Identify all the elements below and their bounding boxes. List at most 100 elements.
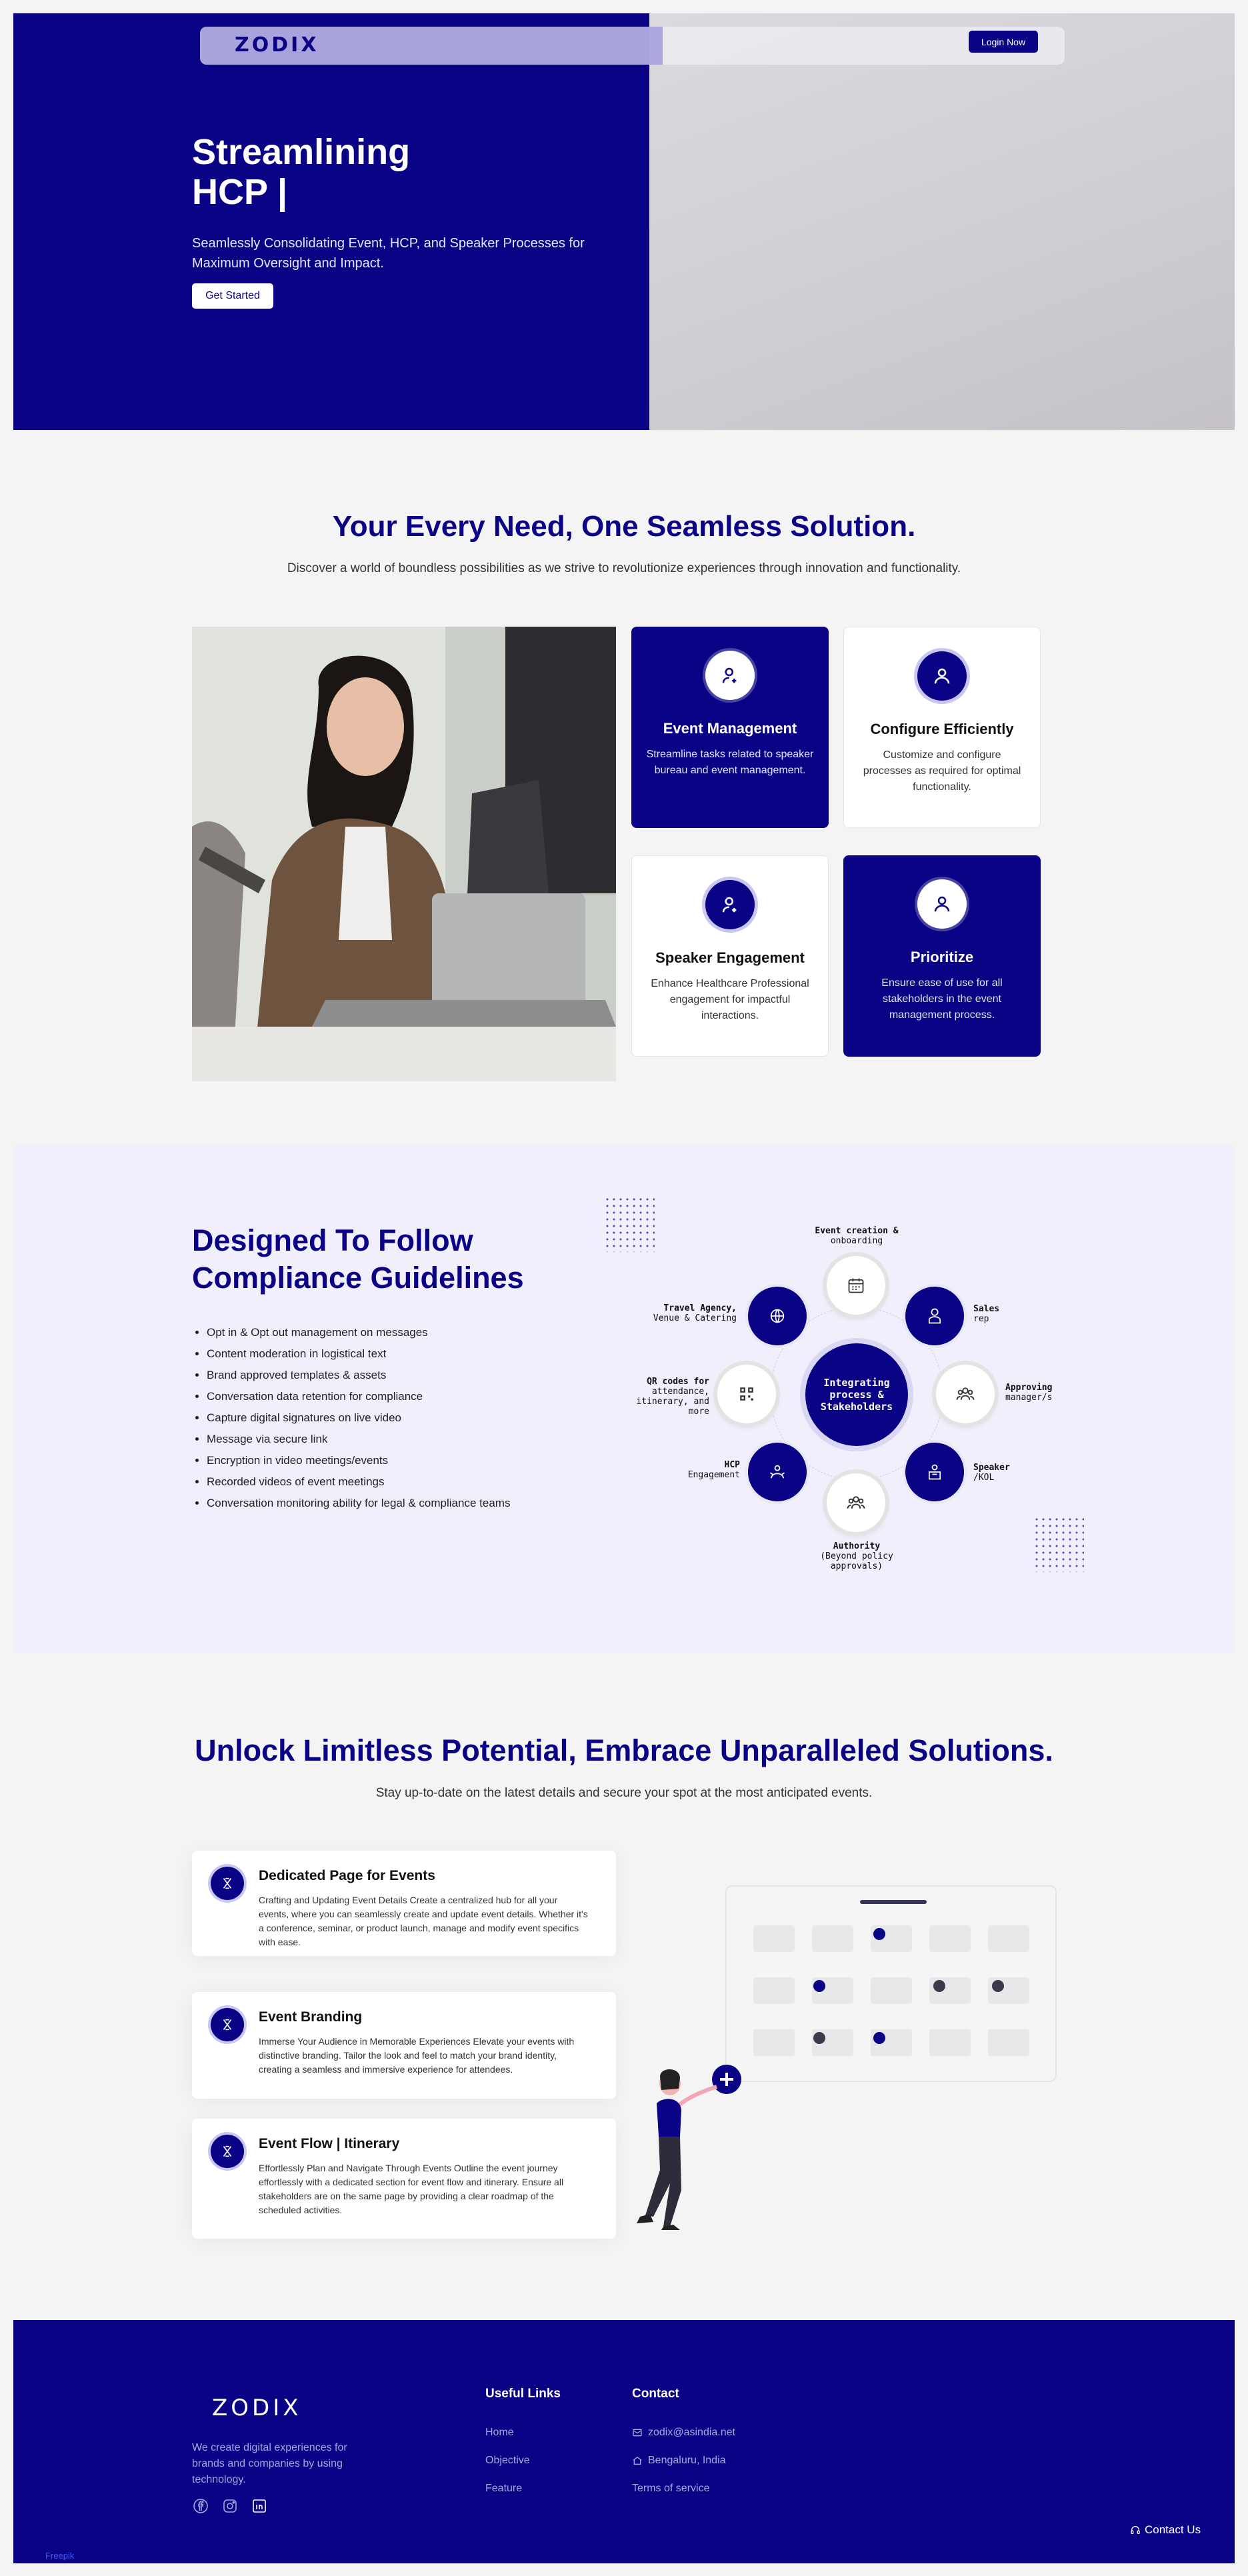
person-icon bbox=[928, 1308, 941, 1324]
contact-location: Bengaluru, India bbox=[632, 2455, 726, 2467]
qr-code-icon bbox=[740, 1387, 753, 1401]
feature-title: Event Branding bbox=[259, 2009, 363, 2025]
footer-link-objective[interactable]: Objective bbox=[485, 2455, 530, 2467]
event-creation-label: Event creation & onboarding bbox=[815, 1226, 899, 1246]
speaker-kol-node bbox=[905, 1443, 964, 1501]
travel-label: Travel Agency, Venue & Catering bbox=[653, 1303, 737, 1323]
list-item: Conversation data retention for complian… bbox=[207, 1386, 510, 1407]
card-event-management[interactable]: Event Management Streamline tasks relate… bbox=[631, 627, 829, 828]
card-configure-efficiently[interactable]: Configure Efficiently Customize and conf… bbox=[843, 627, 1041, 828]
headset-icon bbox=[1131, 2526, 1140, 2534]
feature-icon bbox=[211, 2135, 244, 2168]
list-item: Capture digital signatures on live video bbox=[207, 1407, 510, 1429]
list-item: Content moderation in logistical text bbox=[207, 1343, 510, 1365]
useful-links-title: Useful Links bbox=[485, 2387, 561, 2401]
feature-dedicated-page[interactable]: Dedicated Page for Events Crafting and U… bbox=[192, 1851, 616, 1956]
authority-label: Authority (Beyond policy approvals) bbox=[820, 1541, 893, 1571]
list-item: Recorded videos of event meetings bbox=[207, 1471, 510, 1493]
card-text: Ensure ease of use for all stakeholders … bbox=[881, 977, 1003, 1021]
footer-link-home[interactable]: Home bbox=[485, 2427, 514, 2439]
feature-text: Crafting and Updating Event Details Crea… bbox=[259, 1895, 588, 1947]
feature-title: Event Flow | Itinerary bbox=[259, 2136, 400, 2151]
card-title: Configure Efficiently bbox=[870, 721, 1014, 737]
person-adding-event-illustration bbox=[637, 2065, 741, 2230]
globe-plane-icon bbox=[770, 1309, 785, 1323]
user-icon bbox=[917, 651, 967, 701]
feature-event-flow[interactable]: Event Flow | Itinerary Effortlessly Plan… bbox=[192, 2119, 616, 2239]
login-button[interactable]: Login Now bbox=[969, 31, 1038, 53]
handshake-icon bbox=[770, 1465, 785, 1479]
footer-logo[interactable]: ZODIX bbox=[212, 2395, 302, 2421]
freepik-credit[interactable]: Freepik bbox=[45, 2551, 74, 2561]
list-item: Opt in & Opt out management on messages bbox=[207, 1322, 510, 1343]
user-icon bbox=[917, 879, 967, 929]
site-footer: ZODIX We create digital experiences for … bbox=[13, 2320, 1235, 2563]
contact-email[interactable]: zodix@asindia.net bbox=[632, 2427, 735, 2439]
sales-label: Sales rep bbox=[973, 1304, 1000, 1324]
list-item: Conversation monitoring ability for lega… bbox=[207, 1493, 510, 1514]
compliance-title: Designed To Follow Compliance Guidelines bbox=[192, 1223, 524, 1295]
feature-text: Immerse Your Audience in Memorable Exper… bbox=[259, 2036, 575, 2075]
user-icon bbox=[705, 880, 755, 929]
user-icon bbox=[705, 651, 755, 700]
card-title: Speaker Engagement bbox=[655, 949, 805, 966]
office-woman-photo bbox=[192, 627, 616, 1081]
potential-subtitle: Stay up-to-date on the latest details an… bbox=[375, 1786, 873, 1800]
contact-us-button[interactable]: Contact Us bbox=[1130, 2523, 1201, 2537]
card-text: Enhance Healthcare Professional engageme… bbox=[651, 978, 809, 1021]
facebook-icon[interactable] bbox=[192, 2497, 209, 2515]
compliance-list: Opt in & Opt out management on messages … bbox=[207, 1322, 510, 1514]
hero-subtitle: Seamlessly Consolidating Event, HCP, and… bbox=[192, 236, 585, 271]
linkedin-icon[interactable] bbox=[251, 2497, 268, 2515]
approving-manager-node bbox=[936, 1365, 995, 1423]
mail-icon bbox=[633, 2429, 642, 2437]
get-started-button[interactable]: Get Started bbox=[192, 283, 273, 309]
hcp-label: HCP Engagement bbox=[687, 1460, 740, 1480]
card-title: Prioritize bbox=[910, 949, 974, 965]
top-navbar: ZODIX Login Now bbox=[200, 27, 1065, 65]
solutions-title: Your Every Need, One Seamless Solution. bbox=[332, 510, 916, 543]
qr-codes-node bbox=[717, 1365, 776, 1423]
list-item: Encryption in video meetings/events bbox=[207, 1450, 510, 1471]
speaker-icon bbox=[928, 1464, 941, 1480]
instagram-icon[interactable] bbox=[221, 2497, 239, 2515]
hero-title: Streamlining HCP | bbox=[192, 132, 411, 212]
footer-description: We create digital experiences for brands… bbox=[192, 2442, 347, 2485]
group-icon bbox=[847, 1496, 865, 1509]
card-speaker-engagement[interactable]: Speaker Engagement Enhance Healthcare Pr… bbox=[631, 855, 829, 1057]
feature-text: Effortlessly Plan and Navigate Through E… bbox=[259, 2163, 564, 2215]
solutions-subtitle: Discover a world of boundless possibilit… bbox=[287, 561, 961, 575]
calendar-board-illustration bbox=[725, 1885, 1057, 2082]
approving-label: Approving manager/s bbox=[1005, 1383, 1053, 1403]
authority-node bbox=[827, 1473, 885, 1532]
hero-section: ZODIX Login Now Streamlining HCP | Seaml… bbox=[13, 13, 1235, 430]
hcp-engagement-node bbox=[748, 1443, 807, 1501]
contact-title: Contact bbox=[632, 2387, 679, 2401]
list-item: Brand approved templates & assets bbox=[207, 1365, 510, 1386]
qr-label: QR codes for attendance, itinerary, and m… bbox=[636, 1377, 709, 1417]
card-title: Event Management bbox=[663, 720, 797, 737]
group-icon bbox=[956, 1387, 975, 1400]
dot-pattern bbox=[1033, 1516, 1084, 1572]
calendar-icon bbox=[848, 1278, 864, 1293]
home-icon bbox=[633, 2456, 642, 2465]
feature-title: Dedicated Page for Events bbox=[259, 1868, 435, 1883]
card-prioritize[interactable]: Prioritize Ensure ease of use for all st… bbox=[843, 855, 1041, 1057]
process-hub: Integrating process & Stakeholders bbox=[805, 1343, 908, 1446]
list-item: Message via secure link bbox=[207, 1429, 510, 1450]
hero-photo bbox=[649, 13, 1235, 430]
feature-event-branding[interactable]: Event Branding Immerse Your Audience in … bbox=[192, 1992, 616, 2099]
dot-pattern bbox=[604, 1196, 655, 1252]
card-text: Streamline tasks related to speaker bure… bbox=[646, 749, 814, 776]
terms-link[interactable]: Terms of service bbox=[632, 2483, 709, 2495]
sales-rep-node bbox=[905, 1287, 964, 1345]
feature-icon bbox=[211, 2008, 244, 2041]
footer-link-feature[interactable]: Feature bbox=[485, 2483, 522, 2495]
speaker-label: Speaker/KOL bbox=[973, 1463, 1010, 1483]
travel-agency-node bbox=[748, 1287, 807, 1345]
feature-icon bbox=[211, 1867, 244, 1900]
event-creation-node bbox=[827, 1256, 885, 1315]
card-text: Customize and configure processes as req… bbox=[863, 749, 1021, 793]
potential-title: Unlock Limitless Potential, Embrace Unpa… bbox=[195, 1733, 1053, 1767]
brand-logo[interactable]: ZODIX bbox=[235, 33, 319, 57]
